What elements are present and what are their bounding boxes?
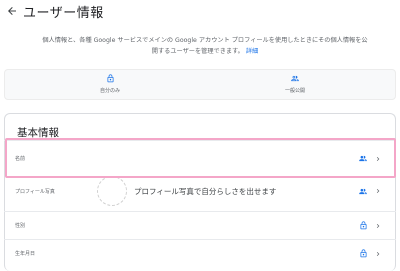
page-title: ユーザー情報 [23,5,104,21]
learn-more-link[interactable]: 詳細 [246,48,258,55]
profile-photo-avatar[interactable] [97,176,127,206]
legend-public-label: 一般公開 [284,88,305,94]
lock-icon [107,74,113,83]
row-gender-label: 性別 [15,223,26,229]
chevron-right-icon [376,251,380,256]
top-bar: ユーザー情報 [0,0,400,22]
people-icon [359,155,367,162]
people-icon [359,188,367,194]
legend-public: 一般公開 [245,74,345,94]
chevron-right-icon [376,223,380,228]
row-name-label: 名前 [15,156,26,162]
intro-description: 個人情報と、各種 Google サービスでメインの Google アカウント プ… [42,37,368,55]
chevron-right-icon [376,156,380,161]
row-profile-photo-label: プロフィール写真 [15,188,55,195]
row-profile-photo[interactable]: プロフィール写真 プロフィール写真で自分らしさを出せます [4,176,396,206]
chevron-right-icon [376,189,380,193]
row-gender[interactable]: 性別 [4,211,396,239]
back-button[interactable] [5,4,19,18]
row-birthday-label: 生年月日 [15,251,36,257]
basic-info-title: 基本情報 [17,127,59,139]
legend-private-label: 自分のみ [99,88,120,94]
row-profile-photo-value: プロフィール写真で自分らしさを出せます [134,186,277,196]
intro-text: 個人情報と、各種 Google サービスでメインの Google アカウント プ… [40,35,370,57]
arrow-back-icon [8,7,16,15]
people-icon [291,75,299,82]
lock-icon [360,249,367,258]
row-birthday[interactable]: 生年月日 [4,239,396,267]
row-name[interactable]: 名前 [4,140,396,176]
legend-private: 自分のみ [60,74,160,94]
visibility-legend: 自分のみ 一般公開 [4,69,396,100]
lock-icon [360,221,367,230]
